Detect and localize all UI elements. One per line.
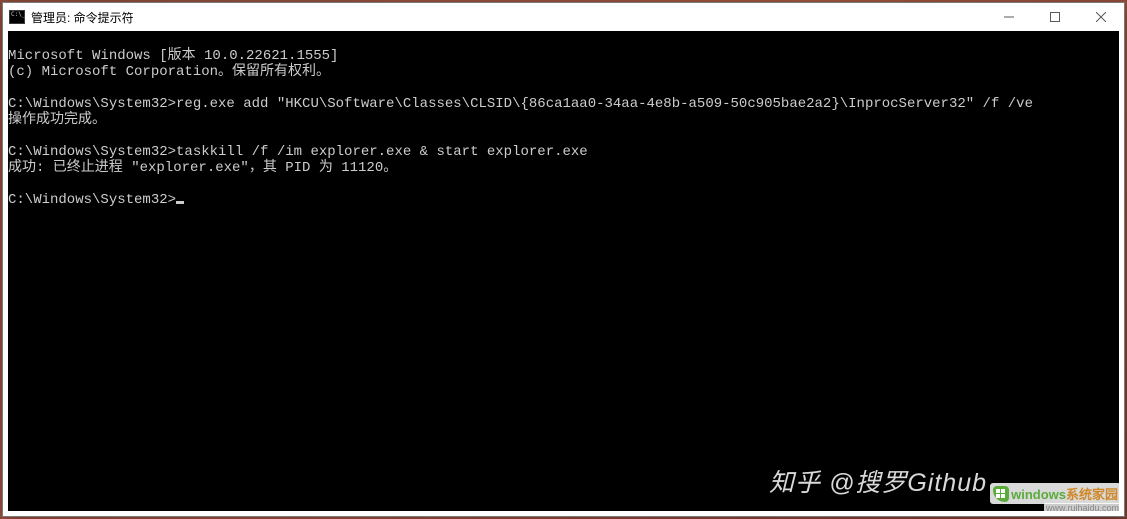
window-controls [986,3,1124,31]
watermark-url: www.ruihaidu.com [1044,503,1121,513]
maximize-button[interactable] [1032,3,1078,31]
terminal-prompt: C:\Windows\System32> [8,192,176,208]
watermark-badge: windows系统家园 [990,483,1121,504]
command-prompt-window: 管理员: 命令提示符 Microsoft Windows [版本 10.0.22… [2,2,1125,517]
terminal-line: C:\Windows\System32>reg.exe add "HKCU\So… [8,96,1033,112]
terminal-line: C:\Windows\System32>taskkill /f /im expl… [8,144,588,160]
cursor-icon [176,201,184,204]
close-button[interactable] [1078,3,1124,31]
terminal-output[interactable]: Microsoft Windows [版本 10.0.22621.1555] (… [8,31,1119,511]
terminal-line: 成功: 已终止进程 "explorer.exe"，其 PID 为 11120。 [8,160,397,176]
terminal-line: (c) Microsoft Corporation。保留所有权利。 [8,64,330,80]
watermark-text-suffix: 系统家园 [1066,487,1118,502]
titlebar[interactable]: 管理员: 命令提示符 [3,3,1124,31]
watermark-windows: windows系统家园 www.ruihaidu.com [990,483,1121,513]
terminal-line: 操作成功完成。 [8,112,106,128]
minimize-button[interactable] [986,3,1032,31]
watermark-text-main: windows [1011,487,1066,502]
window-title: 管理员: 命令提示符 [31,9,134,26]
windows-logo-icon [993,486,1009,502]
maximize-icon [1050,12,1060,22]
terminal-line: Microsoft Windows [版本 10.0.22621.1555] [8,48,338,64]
cmd-icon [9,10,25,24]
watermark-zhihu: 知乎 @搜罗Github [769,463,987,499]
minimize-icon [1004,12,1014,22]
close-icon [1096,12,1106,22]
watermark-text: windows系统家园 [1011,484,1118,503]
